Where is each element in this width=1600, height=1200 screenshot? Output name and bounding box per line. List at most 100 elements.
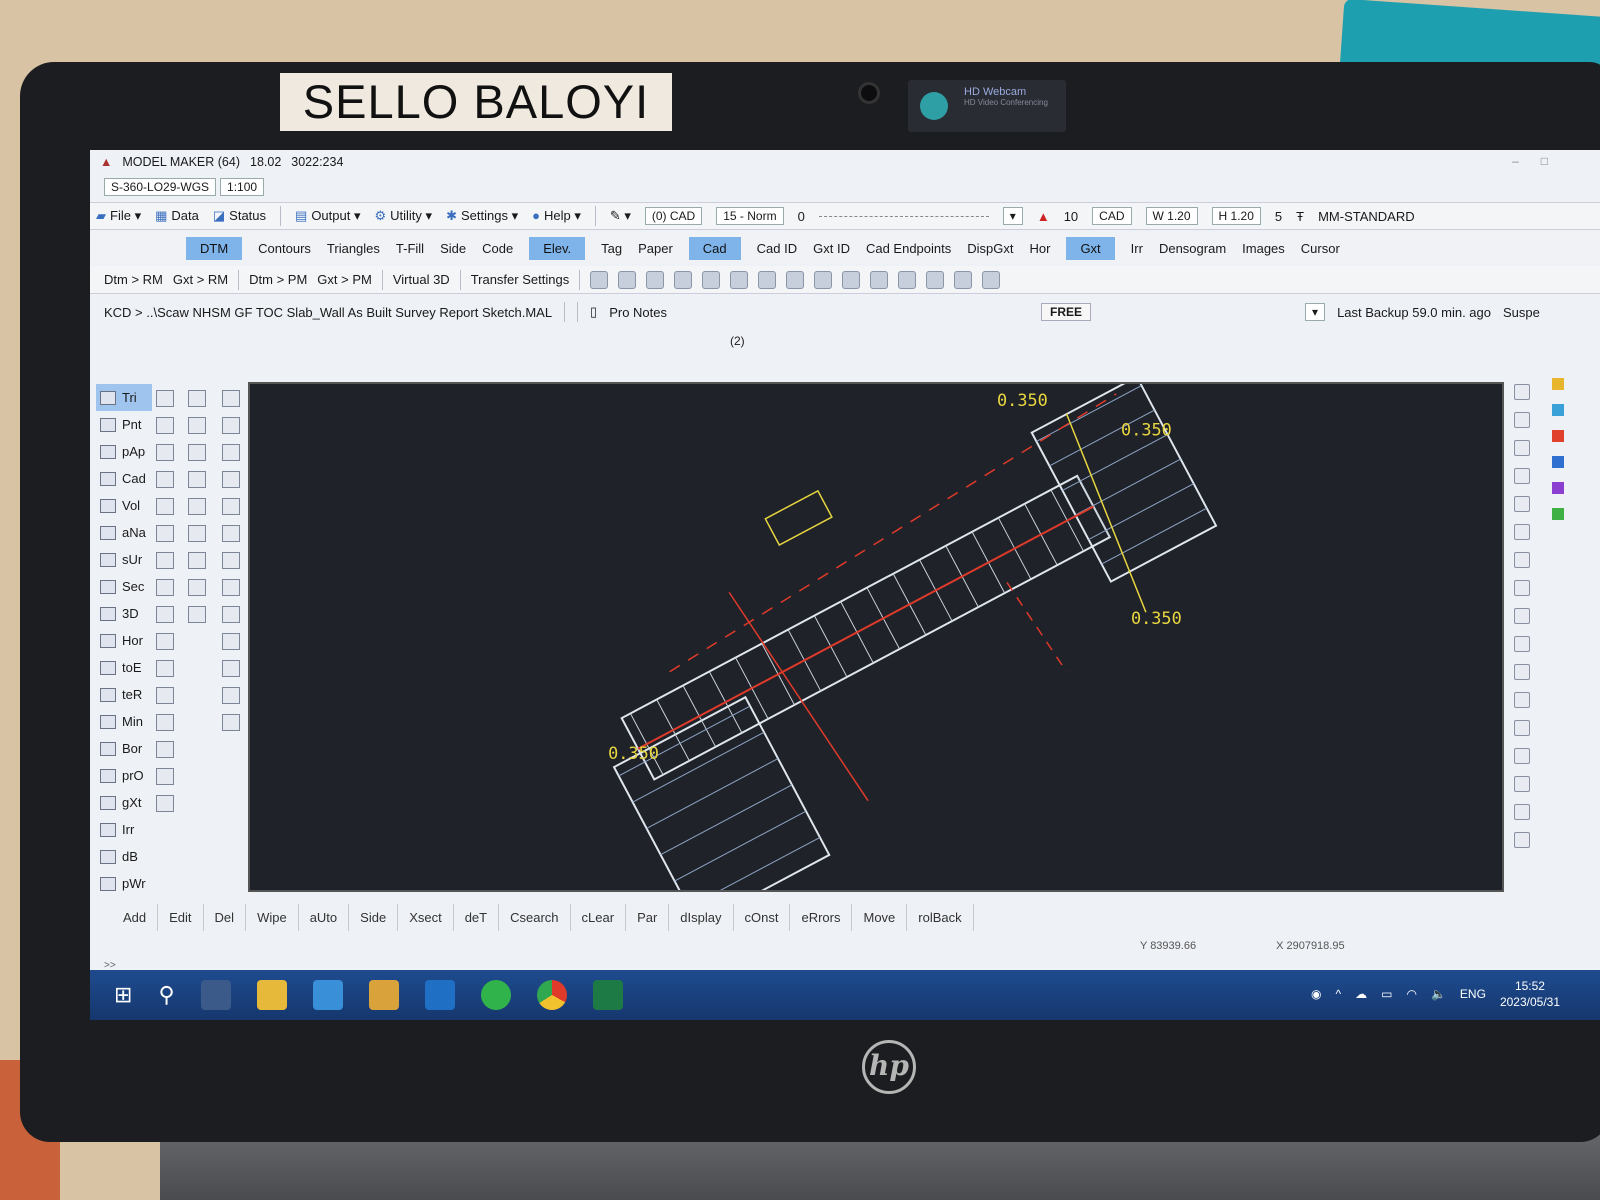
scale-select[interactable]: 1:100 — [220, 178, 265, 196]
tab-side[interactable]: Side — [440, 241, 466, 256]
tool-sec[interactable]: Sec — [96, 573, 152, 600]
swatch-yellow[interactable] — [1552, 378, 1564, 390]
gxt-add-icon[interactable] — [188, 390, 206, 407]
tool-ter[interactable]: teR — [96, 681, 152, 708]
pan-icon[interactable] — [590, 270, 609, 289]
edit-icon[interactable] — [842, 270, 861, 289]
mail-icon[interactable] — [312, 980, 343, 1010]
cmd-wipe[interactable]: Wipe — [246, 903, 299, 931]
tool-hor[interactable]: Hor — [96, 627, 152, 654]
text-size[interactable]: 10 — [1064, 209, 1078, 224]
cmd-det[interactable]: deT — [454, 903, 500, 931]
refresh-icon[interactable] — [646, 270, 665, 289]
cmd-rolback[interactable]: rolBack — [907, 903, 974, 931]
f9-key[interactable] — [156, 768, 174, 785]
insert-icon[interactable] — [156, 390, 174, 407]
tool-pwr[interactable]: pWr — [96, 870, 152, 897]
circle-icon[interactable] — [1514, 580, 1530, 596]
globe-icon[interactable] — [954, 270, 973, 289]
tool-3d[interactable]: 3D — [96, 600, 152, 627]
tab-triangles[interactable]: Triangles — [327, 241, 380, 256]
sphere-icon[interactable] — [898, 270, 917, 289]
camera-icon[interactable] — [982, 270, 1001, 289]
cmd-gxt-rm[interactable]: Gxt > RM — [173, 272, 228, 287]
offset-icon[interactable] — [1514, 720, 1530, 736]
gxt-vertex-icon[interactable] — [188, 498, 206, 515]
tool-ana[interactable]: aNa — [96, 519, 152, 546]
triangle-icon[interactable] — [222, 714, 240, 731]
user-icon[interactable] — [156, 687, 174, 704]
grid-icon[interactable] — [156, 417, 174, 434]
cmd-transfer-settings[interactable]: Transfer Settings — [471, 272, 570, 287]
text-edit-icon[interactable] — [1514, 496, 1530, 512]
menu-output[interactable]: ▤ Output ▾ — [295, 208, 360, 224]
cad-icon[interactable] — [222, 390, 240, 407]
swatch-green[interactable] — [1552, 508, 1564, 520]
line-join-icon[interactable] — [222, 471, 240, 488]
cmd-const[interactable]: cOnst — [734, 903, 791, 931]
chrome-icon[interactable] — [536, 980, 567, 1010]
text-tool-icon[interactable] — [1514, 384, 1530, 400]
store-icon[interactable] — [368, 980, 399, 1010]
cad-global-icon[interactable] — [222, 660, 240, 677]
select-icon[interactable] — [758, 270, 777, 289]
gxt-info-icon[interactable] — [188, 471, 206, 488]
text-mode[interactable]: CAD — [1092, 207, 1132, 225]
tab-hor[interactable]: Hor — [1029, 241, 1050, 256]
cmd-par[interactable]: Par — [626, 903, 670, 931]
network-icon[interactable] — [1514, 468, 1530, 484]
tab-dispgxt[interactable]: DispGxt — [967, 241, 1013, 256]
linetype-dropdown[interactable]: ▾ — [1002, 207, 1023, 225]
point-id-icon[interactable] — [156, 552, 174, 569]
cmd-add[interactable]: Add — [112, 903, 159, 931]
cmd-side[interactable]: Side — [349, 903, 399, 931]
cmd-del[interactable]: Del — [204, 903, 247, 931]
tool-cad[interactable]: Cad — [96, 465, 152, 492]
tool-min[interactable]: Min — [96, 708, 152, 735]
zoom-extents-icon[interactable] — [730, 270, 749, 289]
cloud-icon[interactable]: ☁ — [1355, 987, 1367, 1001]
menu-status[interactable]: ◪ Status — [213, 208, 266, 224]
pro-notes[interactable]: Pro Notes — [609, 305, 667, 320]
menu-file[interactable]: ▰ File ▾ — [96, 208, 141, 224]
menu-help[interactable]: ● Help ▾ — [532, 208, 581, 224]
line-break-icon[interactable] — [222, 444, 240, 461]
cmd-csearch[interactable]: Csearch — [499, 903, 571, 931]
tool-gxt[interactable]: gXt — [96, 789, 152, 816]
whatsapp-icon[interactable] — [480, 980, 511, 1010]
f6-key[interactable] — [156, 741, 174, 758]
tab-images[interactable]: Images — [1242, 241, 1285, 256]
text-color-icon[interactable]: ▲ — [1037, 209, 1050, 224]
lasso-icon[interactable] — [222, 525, 240, 542]
gxt-sec-icon[interactable] — [188, 552, 206, 569]
tab-elev-[interactable]: Elev. — [529, 236, 586, 260]
box-icon[interactable] — [156, 633, 174, 650]
zoom-out-icon[interactable] — [702, 270, 721, 289]
pin-icon[interactable] — [1514, 664, 1530, 680]
label-icon[interactable] — [1514, 412, 1530, 428]
copy-icon[interactable] — [786, 270, 805, 289]
f5-key[interactable] — [156, 714, 174, 731]
page-indicator[interactable]: (2) — [730, 334, 745, 348]
slope-icon[interactable] — [156, 579, 174, 596]
tab-dtm[interactable]: DTM — [186, 236, 243, 260]
cmd-edit[interactable]: Edit — [158, 903, 204, 931]
language-indicator[interactable]: ENG — [1460, 987, 1486, 1001]
gxt-edit-icon[interactable] — [188, 417, 206, 434]
battery-icon[interactable]: ▭ — [1381, 987, 1392, 1001]
cmd-dtm-rm[interactable]: Dtm > RM — [104, 272, 163, 287]
text-width[interactable]: W 1.20 — [1145, 207, 1198, 225]
cross-icon[interactable] — [1514, 804, 1530, 820]
wifi-icon[interactable]: ◠ — [1406, 987, 1416, 1001]
cmd-display[interactable]: dIsplay — [669, 903, 734, 931]
text-style[interactable]: MM-STANDARD — [1318, 209, 1415, 224]
excel-icon[interactable] — [592, 980, 623, 1010]
gxt-id-icon[interactable] — [188, 525, 206, 542]
tab-contours[interactable]: Contours — [258, 241, 311, 256]
tab-cad-id[interactable]: Cad ID — [757, 241, 797, 256]
tab-gxt[interactable]: Gxt — [1066, 236, 1115, 260]
tab-densogram[interactable]: Densogram — [1159, 241, 1226, 256]
tool-toe[interactable]: toE — [96, 654, 152, 681]
arc-icon[interactable] — [156, 471, 174, 488]
swatch-blue[interactable] — [1552, 456, 1564, 468]
